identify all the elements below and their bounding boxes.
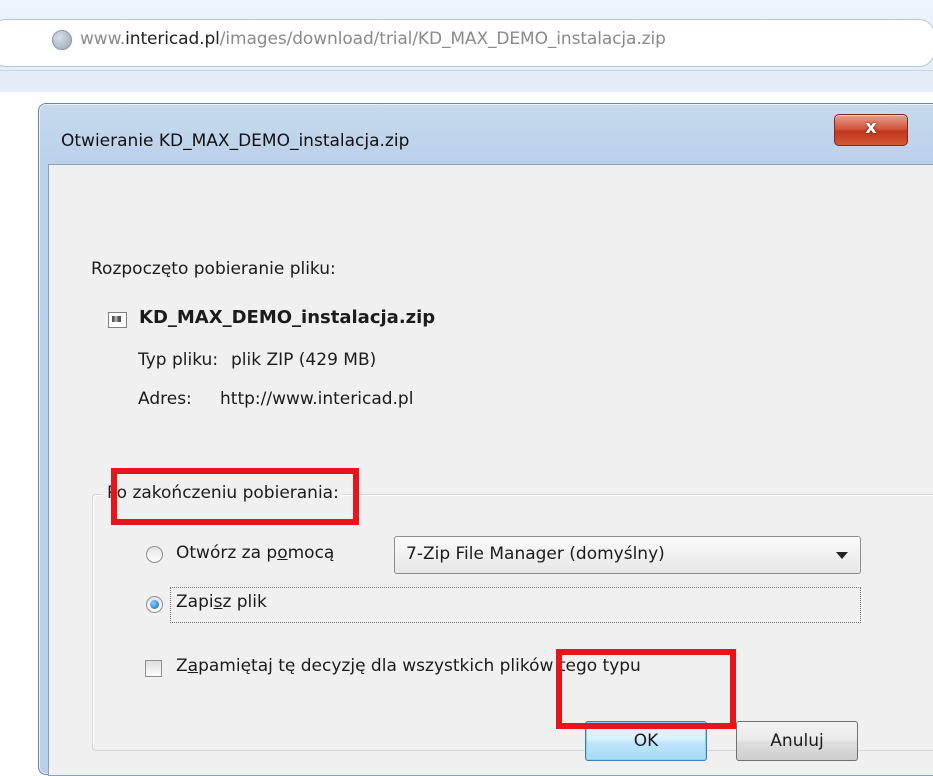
file-type-value: plik ZIP (429 MB) [231, 350, 377, 370]
zip-file-icon [108, 312, 127, 328]
file-type-label: Typ pliku: [138, 350, 219, 370]
address-value: http://www.intericad.pl [220, 389, 414, 409]
dropdown-arrow-icon [836, 552, 848, 559]
close-icon: x [865, 117, 877, 138]
url-text[interactable]: www.intericad.pl/images/download/trial/K… [80, 29, 666, 49]
globe-icon [52, 30, 72, 50]
save-file-label[interactable]: Zapisz plik [176, 592, 267, 612]
remember-checkbox[interactable] [145, 660, 162, 677]
address-label: Adres: [138, 389, 192, 409]
download-dialog: Otwieranie KD_MAX_DEMO_instalacja.zip x … [38, 103, 933, 776]
save-option-highlight [111, 468, 359, 525]
open-with-label[interactable]: Otwórz za pomocą [176, 543, 334, 563]
close-button[interactable]: x [834, 114, 908, 146]
open-with-app: 7-Zip File Manager (domyślny) [406, 544, 665, 564]
browser-toolbar: www.intericad.pl/images/download/trial/K… [0, 0, 933, 92]
download-started-label: Rozpoczęto pobieranie pliku: [91, 259, 336, 279]
ok-button-highlight [556, 649, 736, 729]
url-domain: intericad.pl [125, 29, 220, 49]
save-file-radio[interactable] [146, 596, 163, 613]
save-option-focus [170, 587, 861, 623]
open-with-select[interactable]: 7-Zip File Manager (domyślny) [394, 536, 861, 574]
dialog-title: Otwieranie KD_MAX_DEMO_instalacja.zip [61, 131, 410, 151]
file-name: KD_MAX_DEMO_instalacja.zip [139, 307, 436, 328]
toolbar-divider [0, 70, 933, 71]
cancel-button[interactable]: Anuluj [736, 721, 858, 761]
open-with-radio[interactable] [146, 546, 163, 563]
